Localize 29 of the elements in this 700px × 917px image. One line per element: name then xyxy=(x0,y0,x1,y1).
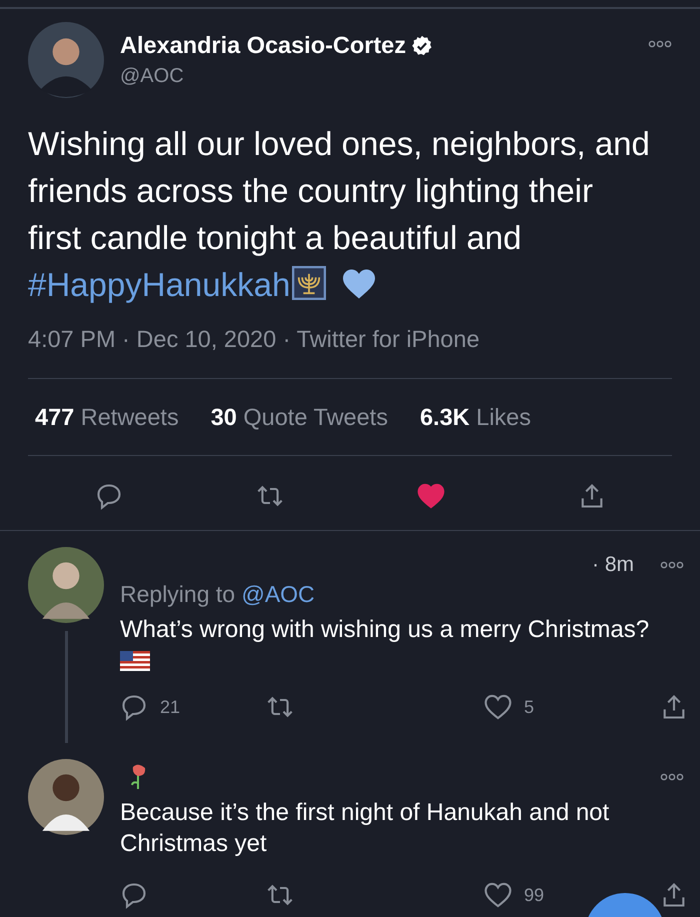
display-name[interactable]: Alexandria Ocasio-Cortez xyxy=(120,32,406,59)
more-icon[interactable] xyxy=(660,773,684,781)
like-icon[interactable] xyxy=(484,693,512,721)
tweet-meta: 4:07 PM · Dec 10, 2020 · Twitter for iPhone xyxy=(28,326,480,353)
more-icon[interactable] xyxy=(648,40,672,48)
more-icon[interactable] xyxy=(660,561,684,569)
like-icon[interactable] xyxy=(484,881,512,909)
stat-link[interactable]: 6.3K Likes xyxy=(420,404,531,431)
avatar[interactable] xyxy=(28,22,104,98)
reply-icon[interactable] xyxy=(120,693,148,721)
action-count: 5 xyxy=(524,696,534,718)
reply-icon[interactable] xyxy=(120,881,148,909)
tweet-text: Wishing all our loved ones, neighbors, and friends across the country lighting their first candle tonight a beautiful and #HappyHanukkah xyxy=(28,124,651,305)
action-count: 21 xyxy=(160,696,180,718)
reply-icon[interactable] xyxy=(94,482,122,510)
reply-time: · 8m xyxy=(592,553,634,577)
avatar[interactable] xyxy=(28,759,104,835)
replying-to-text: Replying to @AOC xyxy=(120,581,316,608)
stat-link[interactable]: 477 Retweets xyxy=(35,404,179,431)
menorah-icon xyxy=(292,266,326,300)
stat-link[interactable]: 30 Quote Tweets xyxy=(210,404,388,431)
action-count: 99 xyxy=(524,884,544,906)
avatar[interactable] xyxy=(28,547,104,623)
user-handle[interactable]: @AOC xyxy=(120,65,434,88)
mention-link[interactable]: @AOC xyxy=(241,581,315,607)
reply-text: Because it’s the first night of Hanukah and not Christmas yet xyxy=(120,798,610,859)
hashtag-link[interactable]: #HappyHanukkah xyxy=(28,266,290,303)
reply-text: What’s wrong with wishing us a merry Christmas? xyxy=(120,615,650,645)
like-icon[interactable] xyxy=(416,482,444,510)
